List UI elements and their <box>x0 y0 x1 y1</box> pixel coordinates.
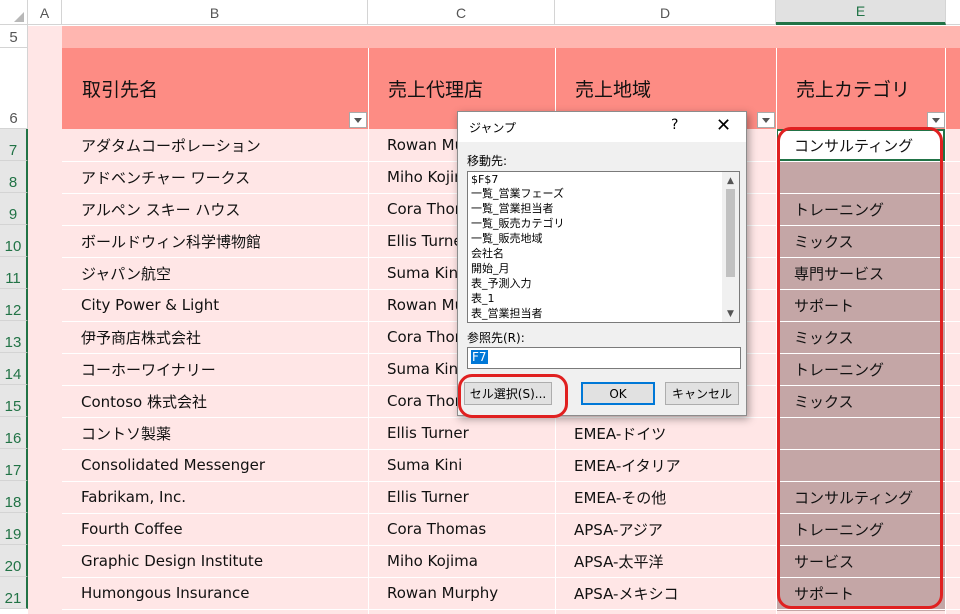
row-header-6[interactable]: 6 <box>0 48 28 129</box>
row-header-7[interactable]: 7 <box>0 129 28 161</box>
list-item[interactable]: 一覧_販売カテゴリ <box>471 217 565 230</box>
filter-dropdown-icon[interactable] <box>927 112 945 128</box>
help-icon[interactable]: ? <box>671 117 678 133</box>
cell-customer[interactable]: City Power & Light <box>62 289 368 321</box>
list-item[interactable]: 一覧_販売地域 <box>471 232 543 245</box>
filter-dropdown-icon[interactable] <box>349 112 367 128</box>
cell-customer[interactable]: アドベンチャー ワークス <box>62 161 368 193</box>
list-item[interactable]: 表_営業担当者 <box>471 307 543 320</box>
list-item[interactable]: 一覧_営業担当者 <box>471 202 554 215</box>
close-icon[interactable]: ✕ <box>716 115 731 136</box>
cell-agent[interactable]: Rowan Murphy <box>368 577 555 609</box>
list-item[interactable]: 一覧_営業フェーズ <box>471 187 564 200</box>
cell-agent[interactable]: Suma Kini <box>368 449 555 481</box>
cell-region[interactable]: EMEA-イタリア <box>555 449 776 481</box>
scroll-down-icon[interactable]: ▼ <box>722 305 739 322</box>
filter-dropdown-icon[interactable] <box>757 112 775 128</box>
list-item[interactable]: 表_1 <box>471 292 495 305</box>
cell-region[interactable]: APSA-メキシコ <box>555 577 776 609</box>
scroll-thumb[interactable] <box>726 189 735 277</box>
row-header-17[interactable]: 17 <box>0 449 28 481</box>
header-sales-category[interactable]: 売上カテゴリ <box>776 48 945 129</box>
highlight-box-special-button <box>458 374 568 418</box>
cell-customer[interactable]: コントソ製薬 <box>62 417 368 449</box>
cell-customer[interactable]: Graphic Design Institute <box>62 545 368 577</box>
row-header-14[interactable]: 14 <box>0 353 28 385</box>
scroll-up-icon[interactable]: ▲ <box>722 172 739 189</box>
goto-label: 移動先: <box>467 154 508 168</box>
row-header-9[interactable]: 9 <box>0 193 28 225</box>
list-item[interactable]: 表_予測入力 <box>471 277 532 290</box>
highlight-box-category-range <box>777 127 943 609</box>
column-header-a[interactable]: A <box>28 0 62 25</box>
cell-customer[interactable]: Fabrikam, Inc. <box>62 481 368 513</box>
column-header-d[interactable]: D <box>555 0 776 25</box>
row-header-16[interactable]: 16 <box>0 417 28 449</box>
row-header-21[interactable]: 21 <box>0 577 28 609</box>
reference-label: 参照先(R): <box>467 331 525 345</box>
cell-customer[interactable]: ジャパン航空 <box>62 257 368 289</box>
cell-customer[interactable]: アダタムコーポレーション <box>62 129 368 161</box>
goto-dialog: ジャンプ ? ✕ 移動先: $F$7 一覧_営業フェーズ 一覧_営業担当者 一覧… <box>457 111 747 416</box>
dialog-title: ジャンプ <box>469 121 517 135</box>
cancel-button[interactable]: キャンセル <box>665 382 739 405</box>
row-header-10[interactable]: 10 <box>0 225 28 257</box>
cell-customer[interactable]: Consolidated Messenger <box>62 449 368 481</box>
dialog-title-bar: ジャンプ ? ✕ <box>458 112 746 142</box>
reference-value[interactable]: F7 <box>471 350 488 364</box>
title-band <box>62 26 960 48</box>
goto-list[interactable]: $F$7 一覧_営業フェーズ 一覧_営業担当者 一覧_販売カテゴリ 一覧_販売地… <box>467 171 740 323</box>
ok-button[interactable]: OK <box>581 382 655 405</box>
select-all-button[interactable] <box>0 0 28 25</box>
cell-customer[interactable]: Contoso 株式会社 <box>62 385 368 417</box>
grid-line <box>62 609 960 610</box>
cell-agent[interactable]: Ellis Turner <box>368 481 555 513</box>
reference-input[interactable]: F7 <box>467 347 741 369</box>
cell-agent[interactable]: Miho Kojima <box>368 545 555 577</box>
row-header-8[interactable]: 8 <box>0 161 28 193</box>
column-header-bar: A B C D E <box>0 0 960 25</box>
row-header-5[interactable]: 5 <box>0 25 28 48</box>
column-header-c[interactable]: C <box>368 0 555 25</box>
list-item[interactable]: 開始_月 <box>471 262 510 275</box>
cell-customer[interactable]: 伊予商店株式会社 <box>62 321 368 353</box>
row-header-15[interactable]: 15 <box>0 385 28 417</box>
cell-agent[interactable]: Cora Thomas <box>368 513 555 545</box>
grid-line <box>945 48 946 614</box>
cell-region[interactable]: APSA-太平洋 <box>555 545 776 577</box>
list-item[interactable]: 会社名 <box>471 247 504 260</box>
row-header-20[interactable]: 20 <box>0 545 28 577</box>
cell-region[interactable]: EMEA-その他 <box>555 481 776 513</box>
column-header-b[interactable]: B <box>62 0 368 25</box>
cell-customer[interactable]: コーホーワイナリー <box>62 353 368 385</box>
list-scrollbar[interactable]: ▲ ▼ <box>722 172 739 322</box>
cell-customer[interactable]: Humongous Insurance <box>62 577 368 609</box>
cell-customer[interactable]: ボールドウィン科学博物館 <box>62 225 368 257</box>
row-header-13[interactable]: 13 <box>0 321 28 353</box>
cell-region[interactable]: APSA-アジア <box>555 513 776 545</box>
cell-agent[interactable]: Ellis Turner <box>368 417 555 449</box>
column-header-e[interactable]: E <box>776 0 946 25</box>
cell-customer[interactable]: アルペン スキー ハウス <box>62 193 368 225</box>
row-header-19[interactable]: 19 <box>0 513 28 545</box>
row-header-12[interactable]: 12 <box>0 289 28 321</box>
cell-region[interactable]: EMEA-ドイツ <box>555 417 776 449</box>
list-item[interactable]: $F$7 <box>471 173 498 186</box>
row-header-18[interactable]: 18 <box>0 481 28 513</box>
row-header-11[interactable]: 11 <box>0 257 28 289</box>
cell-customer[interactable]: Fourth Coffee <box>62 513 368 545</box>
header-customer-name[interactable]: 取引先名 <box>62 48 368 129</box>
